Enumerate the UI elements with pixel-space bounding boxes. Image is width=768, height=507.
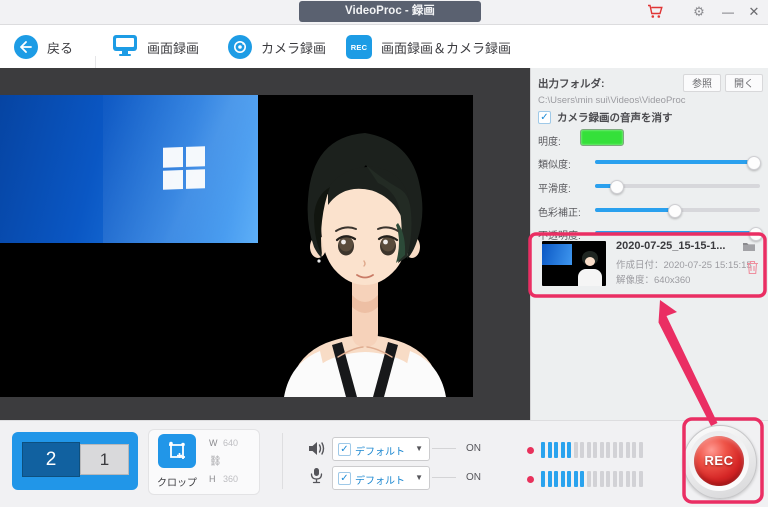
- screen-record-label: 画面録画: [147, 38, 199, 57]
- title-bar: VideoProc - 録画 ⚙ — ✕: [0, 0, 768, 25]
- height-label: H: [209, 474, 216, 484]
- browse-button[interactable]: 参照: [683, 74, 721, 92]
- output-path: C:\Users\min sui\Videos\VideoProc: [538, 95, 686, 106]
- camera-record-label: カメラ録画: [261, 38, 326, 57]
- crop-panel: クロップ W 640 ⛓ H 360: [148, 429, 260, 495]
- camera-record-tab[interactable]: カメラ録画: [228, 32, 326, 62]
- color-correction-slider[interactable]: 色彩補正:: [538, 203, 762, 217]
- delete-trash-icon[interactable]: [746, 260, 759, 280]
- slider-handle[interactable]: [668, 204, 682, 218]
- close-button[interactable]: ✕: [745, 4, 763, 20]
- back-button[interactable]: 戻る: [14, 32, 73, 62]
- crop-icon: [166, 440, 188, 462]
- section-separator: [282, 433, 283, 489]
- similarity-slider[interactable]: 類似度:: [538, 155, 762, 169]
- crop-label: クロップ: [149, 474, 205, 489]
- link-wh-icon[interactable]: ⛓: [209, 456, 222, 467]
- file-created-date: 作成日付：2020-07-25 15:15:15: [616, 257, 752, 271]
- rec-button-label: REC: [694, 436, 744, 486]
- output-folder-label: 出力フォルダ:: [538, 76, 605, 91]
- mic-enabled-checkbox[interactable]: ✓: [338, 472, 351, 485]
- rec-button[interactable]: REC: [683, 425, 757, 499]
- chroma-color-swatch[interactable]: [580, 129, 624, 146]
- screen-camera-record-tab[interactable]: REC 画面録画＆カメラ録画: [346, 32, 511, 62]
- screen-capture-preview: [0, 95, 258, 243]
- composite-canvas: [0, 95, 473, 397]
- avatar-illustration: [258, 95, 473, 397]
- speaker-icon: [308, 441, 326, 461]
- chroma-color-label: 明度:: [538, 133, 561, 148]
- file-title: 2020-07-25_15-15-1...: [616, 240, 725, 252]
- smoothness-slider[interactable]: 平滑度:: [538, 179, 762, 193]
- speaker-device-value: デフォルト: [355, 443, 405, 458]
- back-label: 戻る: [47, 38, 73, 57]
- recorded-file-item[interactable]: 2020-07-25_15-15-1... 作成日付：2020-07-25 15…: [534, 236, 764, 294]
- mic-on-status: ON: [466, 472, 481, 483]
- checkbox-check-icon: ✓: [538, 111, 551, 124]
- open-folder-button[interactable]: 開く: [725, 74, 763, 92]
- crop-button[interactable]: [158, 434, 196, 468]
- preview-area: [0, 68, 530, 420]
- height-value[interactable]: 360: [223, 474, 238, 484]
- connector-line: [432, 448, 456, 449]
- speaker-level-dot: [527, 447, 534, 454]
- back-arrow-icon: [14, 35, 38, 59]
- main-toolbar: 戻る 画面録画 カメラ録画 REC 画面録画＆カメラ録画: [0, 25, 768, 69]
- mute-camera-audio-checkbox[interactable]: ✓ カメラ録画の音声を消す: [538, 110, 673, 125]
- camera-feed-preview: [258, 95, 473, 397]
- screen-camera-record-label: 画面録画＆カメラ録画: [381, 38, 511, 57]
- folder-icon[interactable]: [742, 239, 756, 257]
- slider-handle[interactable]: [610, 180, 624, 194]
- monitor-1-button[interactable]: 1: [80, 444, 129, 475]
- mute-camera-audio-label: カメラ録画の音声を消す: [557, 110, 673, 125]
- connector-line: [432, 477, 456, 478]
- monitor-selector[interactable]: 2 1: [12, 432, 138, 490]
- mic-level-meter: [541, 471, 643, 487]
- speaker-enabled-checkbox[interactable]: ✓: [338, 443, 351, 456]
- cart-icon[interactable]: [646, 4, 664, 20]
- width-label: W: [209, 438, 218, 448]
- file-resolution: 解像度：640x360: [616, 272, 690, 286]
- slider-handle[interactable]: [747, 156, 761, 170]
- microphone-icon: [310, 467, 323, 489]
- settings-sidebar: 出力フォルダ: 参照 開く C:\Users\min sui\Videos\Vi…: [530, 68, 768, 420]
- camera-icon: [228, 35, 252, 59]
- windows-logo-icon: [163, 146, 205, 189]
- window-title: VideoProc - 録画: [299, 1, 481, 22]
- mic-device-value: デフォルト: [355, 472, 405, 487]
- file-thumbnail: [542, 241, 606, 286]
- speaker-on-status: ON: [466, 443, 481, 454]
- dropdown-caret-icon: ▼: [415, 473, 423, 482]
- speaker-level-meter: [541, 442, 643, 458]
- settings-gear-icon[interactable]: ⚙: [690, 4, 708, 20]
- monitor-2-button[interactable]: 2: [22, 442, 80, 477]
- monitor-icon: [112, 33, 138, 62]
- bottom-control-bar: 2 1 クロップ W 640 ⛓ H 360 ✓ デフォルト ▼ ✓ デフォルト…: [0, 420, 768, 507]
- mic-device-dropdown[interactable]: ✓ デフォルト ▼: [332, 466, 430, 490]
- minimize-button[interactable]: —: [719, 4, 737, 20]
- rec-badge-icon: REC: [346, 35, 372, 59]
- dropdown-caret-icon: ▼: [415, 444, 423, 453]
- screen-record-tab[interactable]: 画面録画: [112, 32, 199, 62]
- chroma-color-row: 明度:: [538, 132, 762, 148]
- width-value[interactable]: 640: [223, 438, 238, 448]
- speaker-device-dropdown[interactable]: ✓ デフォルト ▼: [332, 437, 430, 461]
- mic-level-dot: [527, 476, 534, 483]
